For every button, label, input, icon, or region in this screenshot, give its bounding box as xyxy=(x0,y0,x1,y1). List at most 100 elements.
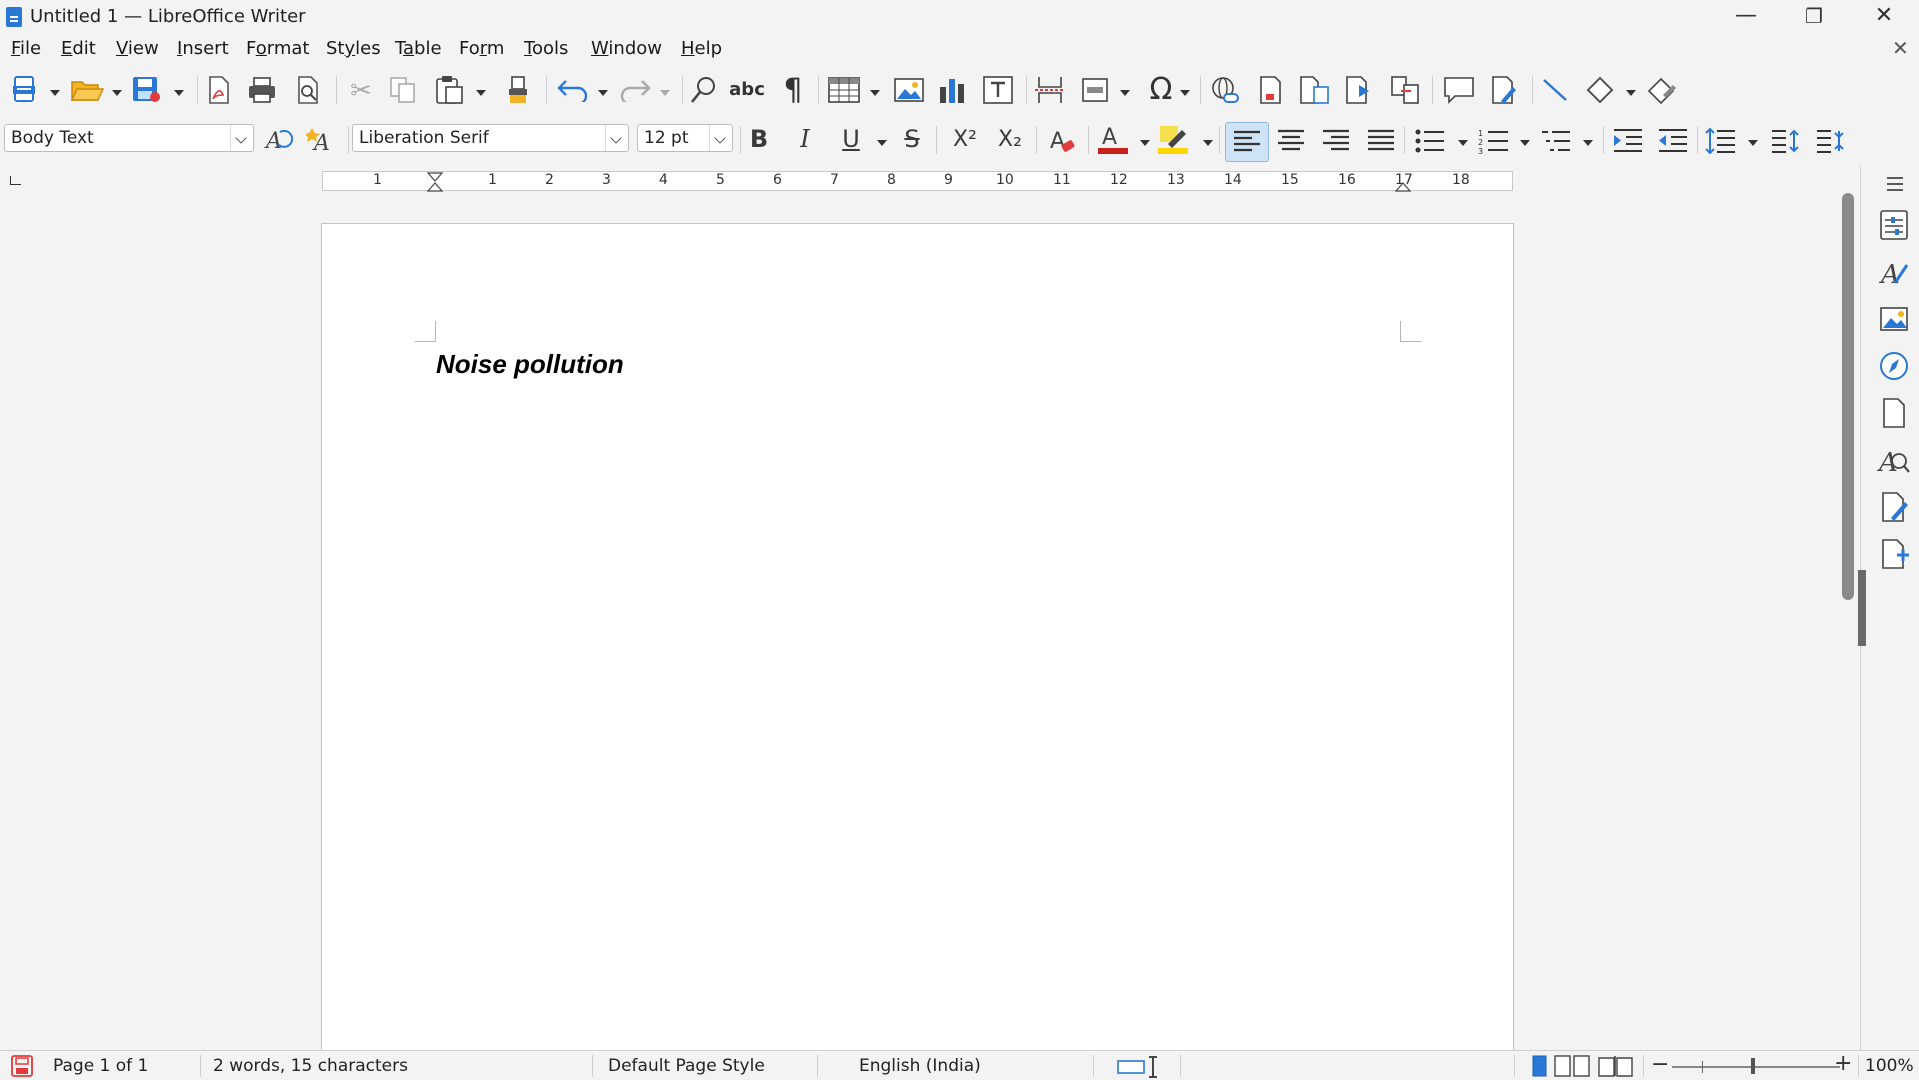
underline-icon[interactable]: U xyxy=(834,122,868,156)
spelling-icon[interactable]: abc xyxy=(729,72,765,106)
find-replace-icon[interactable] xyxy=(688,74,722,106)
highlight-dropdown-icon[interactable] xyxy=(1203,140,1213,146)
strikethrough-icon[interactable]: S xyxy=(895,122,929,156)
update-style-icon[interactable]: A xyxy=(262,124,296,156)
manage-changes-icon[interactable] xyxy=(1877,490,1911,524)
open-icon[interactable] xyxy=(70,76,104,102)
menu-insert[interactable]: Insert xyxy=(177,38,229,59)
export-pdf-icon[interactable] xyxy=(205,75,233,105)
insert-field-icon[interactable] xyxy=(1080,75,1112,105)
formatting-marks-icon[interactable]: ¶ xyxy=(776,73,810,108)
print-preview-icon[interactable] xyxy=(294,75,322,105)
chevron-down-icon[interactable] xyxy=(230,125,253,151)
font-size-combo[interactable]: 12 pt xyxy=(637,124,733,152)
save-dropdown-icon[interactable] xyxy=(174,90,184,96)
tab-stop-selector-icon[interactable] xyxy=(10,176,21,185)
align-right-icon[interactable] xyxy=(1321,128,1351,154)
horizontal-ruler[interactable]: 1 1 2 3 4 5 6 7 8 9 10 11 12 13 14 15 16… xyxy=(322,171,1513,192)
page-count-status[interactable]: Page 1 of 1 xyxy=(53,1056,148,1076)
insert-page-break-icon[interactable] xyxy=(1034,75,1066,105)
paragraph-style-combo[interactable]: Body Text xyxy=(4,124,254,152)
special-character-icon[interactable]: Ω xyxy=(1144,72,1178,107)
document-heading-text[interactable]: Noise pollution xyxy=(436,349,624,380)
line-spacing-dropdown-icon[interactable] xyxy=(1748,140,1758,146)
zoom-slider[interactable] xyxy=(1672,1066,1840,1068)
basic-shapes-icon[interactable] xyxy=(1584,75,1616,105)
superscript-icon[interactable]: X² xyxy=(948,122,982,156)
page-icon[interactable] xyxy=(1877,396,1911,430)
properties-icon[interactable] xyxy=(1877,208,1911,242)
open-dropdown-icon[interactable] xyxy=(112,90,122,96)
font-color-dropdown-icon[interactable] xyxy=(1140,140,1150,146)
menu-help[interactable]: Help xyxy=(681,38,722,59)
paste-icon[interactable] xyxy=(434,75,466,105)
new-style-icon[interactable]: A xyxy=(306,124,340,156)
insert-footnote-icon[interactable] xyxy=(1256,75,1284,105)
right-indent-marker-icon[interactable] xyxy=(1394,172,1412,192)
print-icon[interactable] xyxy=(247,76,277,104)
insert-field-dropdown-icon[interactable] xyxy=(1120,90,1130,96)
clear-formatting-icon[interactable]: A xyxy=(1046,124,1080,156)
word-count-status[interactable]: 2 words, 15 characters xyxy=(213,1056,408,1076)
save-icon[interactable] xyxy=(131,75,161,103)
menu-format[interactable]: Format xyxy=(246,38,309,59)
selection-mode-icon[interactable] xyxy=(1117,1056,1161,1078)
design-icon[interactable] xyxy=(1877,537,1911,571)
font-color-icon[interactable]: A xyxy=(1096,124,1132,156)
insert-endnote-icon[interactable] xyxy=(1298,75,1332,105)
special-character-dropdown-icon[interactable] xyxy=(1180,90,1190,96)
redo-icon[interactable] xyxy=(618,78,652,102)
language-status[interactable]: English (India) xyxy=(859,1056,981,1076)
redo-dropdown-icon[interactable] xyxy=(660,90,670,96)
basic-shapes-dropdown-icon[interactable] xyxy=(1626,90,1636,96)
italic-icon[interactable]: I xyxy=(788,122,822,156)
insert-table-dropdown-icon[interactable] xyxy=(870,90,880,96)
align-left-button[interactable] xyxy=(1225,122,1269,162)
font-name-combo[interactable]: Liberation Serif xyxy=(352,124,629,152)
menu-form[interactable]: Form xyxy=(459,38,504,59)
menu-table[interactable]: Table xyxy=(395,38,442,59)
zoom-in-icon[interactable]: + xyxy=(1834,1051,1852,1076)
clone-formatting-icon[interactable] xyxy=(506,75,532,105)
highlight-color-icon[interactable] xyxy=(1156,124,1192,156)
insert-image-icon[interactable] xyxy=(893,75,925,105)
justify-icon[interactable] xyxy=(1366,128,1396,154)
paste-dropdown-icon[interactable] xyxy=(476,90,486,96)
scrollbar-thumb[interactable] xyxy=(1842,193,1854,600)
page-style-status[interactable]: Default Page Style xyxy=(608,1056,765,1076)
ordered-list-icon[interactable]: 123 xyxy=(1478,128,1510,154)
show-draw-functions-icon[interactable] xyxy=(1647,75,1679,105)
outline-format-icon[interactable] xyxy=(1540,128,1572,154)
line-spacing-icon[interactable] xyxy=(1705,127,1737,155)
menu-edit[interactable]: Edit xyxy=(61,38,96,59)
menu-view[interactable]: View xyxy=(116,38,159,59)
single-page-view-icon[interactable] xyxy=(1528,1055,1550,1077)
menu-styles[interactable]: Styles xyxy=(326,38,381,59)
close-document-icon[interactable]: ✕ xyxy=(1892,36,1909,60)
track-changes-icon[interactable] xyxy=(1489,75,1521,105)
decrease-indent-icon[interactable] xyxy=(1657,127,1689,155)
cut-icon[interactable]: ✂ xyxy=(344,74,378,108)
new-dropdown-icon[interactable] xyxy=(50,90,60,96)
insert-chart-icon[interactable] xyxy=(937,75,969,105)
insert-hyperlink-icon[interactable] xyxy=(1208,75,1242,105)
underline-dropdown-icon[interactable] xyxy=(877,140,887,146)
increase-paragraph-spacing-icon[interactable] xyxy=(1770,127,1802,155)
subscript-icon[interactable]: X₂ xyxy=(993,122,1027,156)
close-button[interactable]: ✕ xyxy=(1854,0,1914,34)
insert-textbox-icon[interactable] xyxy=(982,75,1014,105)
gallery-icon[interactable] xyxy=(1877,302,1911,336)
undo-icon[interactable] xyxy=(556,78,590,102)
navigator-icon[interactable] xyxy=(1877,349,1911,383)
minimize-button[interactable]: — xyxy=(1716,0,1776,34)
multi-page-view-icon[interactable] xyxy=(1553,1055,1593,1077)
outline-dropdown-icon[interactable] xyxy=(1583,140,1593,146)
menu-tools[interactable]: Tools xyxy=(524,38,568,59)
decrease-paragraph-spacing-icon[interactable] xyxy=(1815,127,1847,155)
sidebar-menu-icon[interactable] xyxy=(1884,174,1906,194)
copy-icon[interactable] xyxy=(388,76,418,104)
menu-file[interactable]: File xyxy=(11,38,41,59)
new-document-icon[interactable] xyxy=(12,75,38,103)
insert-cross-reference-icon[interactable] xyxy=(1389,75,1421,105)
left-indent-marker-icon[interactable] xyxy=(426,172,444,192)
